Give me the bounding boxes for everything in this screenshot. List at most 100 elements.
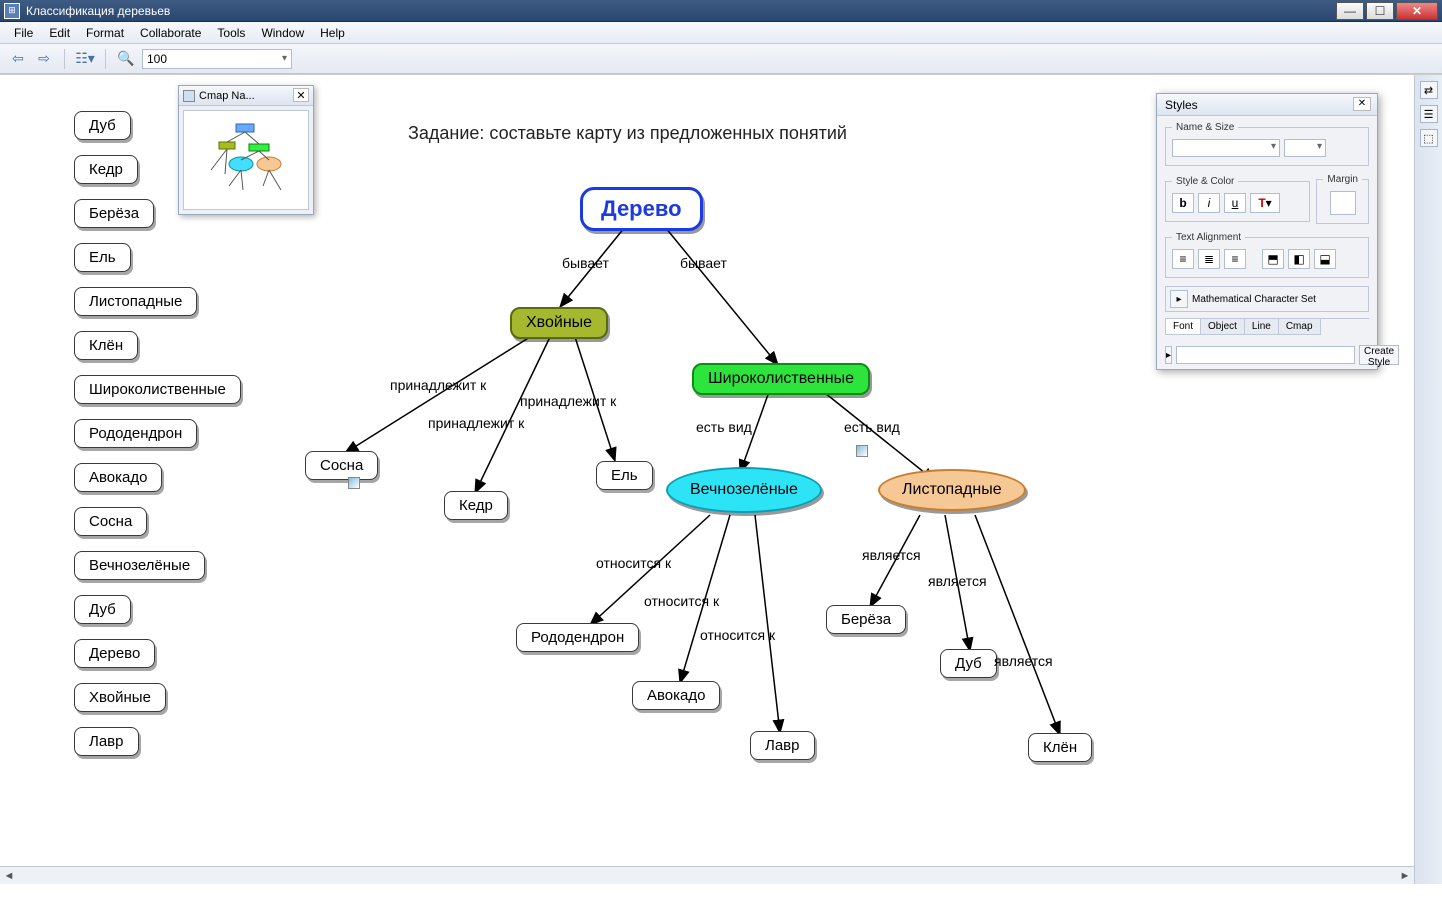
node-shirokolistvennye[interactable]: Широколиственные xyxy=(692,363,870,395)
link-otnositsya[interactable]: относится к xyxy=(700,627,775,643)
horizontal-scrollbar[interactable]: ◄ ► xyxy=(0,866,1414,884)
close-button[interactable]: ✕ xyxy=(1396,2,1438,20)
navigator-thumbnail[interactable] xyxy=(183,110,309,210)
parked-concept[interactable]: Лавр xyxy=(74,727,139,756)
tab-object[interactable]: Object xyxy=(1200,319,1245,335)
layout-button[interactable]: ☷▾ xyxy=(75,49,95,69)
parked-concept[interactable]: Рододендрон xyxy=(74,419,197,448)
link-prinadlezhit[interactable]: принадлежит к xyxy=(428,415,524,431)
valign-middle-button[interactable]: ◧ xyxy=(1288,249,1310,269)
link-estvid[interactable]: есть вид xyxy=(844,419,900,435)
node-klen[interactable]: Клён xyxy=(1028,733,1092,762)
window-buttons: — ☐ ✕ xyxy=(1336,2,1438,20)
parked-concept[interactable]: Сосна xyxy=(74,507,147,536)
minimize-button[interactable]: — xyxy=(1336,2,1364,20)
create-style-button[interactable]: Create Style xyxy=(1359,345,1399,365)
font-size-select[interactable] xyxy=(1284,139,1326,157)
node-vechnozelenye[interactable]: Вечнозелёные xyxy=(666,467,822,513)
link-otnositsya[interactable]: относится к xyxy=(596,555,671,571)
back-button[interactable]: ⇦ xyxy=(8,49,28,69)
parked-concept[interactable]: Дуб xyxy=(74,111,131,140)
parked-concept[interactable]: Хвойные xyxy=(74,683,166,712)
styles-panel[interactable]: Styles ✕ Name & Size Style & Color b xyxy=(1156,93,1378,370)
link-estvid[interactable]: есть вид xyxy=(696,419,752,435)
zoom-select[interactable]: 100 xyxy=(142,49,292,69)
menu-window[interactable]: Window xyxy=(253,24,312,42)
align-right-button[interactable]: ≡ xyxy=(1224,249,1246,269)
parked-concept[interactable]: Клён xyxy=(74,331,138,360)
font-name-select[interactable] xyxy=(1172,139,1280,157)
styles-title-bar[interactable]: Styles ✕ xyxy=(1157,94,1377,116)
style-name-input[interactable] xyxy=(1176,346,1355,364)
node-kedr[interactable]: Кедр xyxy=(444,491,508,520)
scroll-left-button[interactable]: ◄ xyxy=(0,868,18,884)
link-yavlyaetsya[interactable]: является xyxy=(862,547,921,563)
link-yavlyaetsya[interactable]: является xyxy=(994,653,1053,669)
menu-help[interactable]: Help xyxy=(312,24,353,42)
link-prinadlezhit[interactable]: принадлежит к xyxy=(520,393,616,409)
parked-concept[interactable]: Вечнозелёные xyxy=(74,551,205,580)
italic-button[interactable]: i xyxy=(1198,193,1220,213)
resource-icon[interactable] xyxy=(856,445,868,457)
legend-style-color: Style & Color xyxy=(1172,176,1238,187)
align-center-button[interactable]: ≣ xyxy=(1198,249,1220,269)
tab-cmap[interactable]: Cmap xyxy=(1278,319,1321,335)
node-listopadnye[interactable]: Листопадные xyxy=(878,469,1026,511)
text-color-button[interactable]: T▾ xyxy=(1250,193,1280,213)
parked-concept[interactable]: Дуб xyxy=(74,595,131,624)
link-byvaet[interactable]: бывает xyxy=(680,255,727,271)
parked-concept[interactable]: Дерево xyxy=(74,639,155,668)
link-prinadlezhit[interactable]: принадлежит к xyxy=(390,377,486,393)
parked-concept[interactable]: Широколиственные xyxy=(74,375,241,404)
resource-icon[interactable] xyxy=(348,477,360,489)
tab-font[interactable]: Font xyxy=(1165,319,1201,335)
underline-button[interactable]: u xyxy=(1224,193,1246,213)
node-avokado[interactable]: Авокадо xyxy=(632,681,720,710)
link-yavlyaetsya[interactable]: является xyxy=(928,573,987,589)
menu-format[interactable]: Format xyxy=(78,24,132,42)
node-root[interactable]: Дерево xyxy=(580,187,703,231)
link-otnositsya[interactable]: относится к xyxy=(644,593,719,609)
node-hvoinye[interactable]: Хвойные xyxy=(510,307,608,339)
navigator-close-button[interactable]: ✕ xyxy=(293,88,309,102)
menu-tools[interactable]: Tools xyxy=(209,24,253,42)
strip-btn-3[interactable]: ⬚ xyxy=(1420,129,1438,147)
canvas[interactable]: Дуб Кедр Берёза Ель Листопадные Клён Шир… xyxy=(0,75,1414,884)
styles-footer: ▸ Create Style xyxy=(1157,341,1377,369)
expand-icon[interactable]: ▸ xyxy=(1170,290,1188,308)
zoom-icon[interactable]: 🔍 xyxy=(116,49,136,69)
node-dub[interactable]: Дуб xyxy=(940,649,997,678)
node-bereza[interactable]: Берёза xyxy=(826,605,906,634)
strip-btn-1[interactable]: ⇄ xyxy=(1420,81,1438,99)
styles-tabs: Font Object Line Cmap xyxy=(1165,318,1369,335)
parked-concept[interactable]: Листопадные xyxy=(74,287,197,316)
math-charset-row[interactable]: ▸ Mathematical Character Set xyxy=(1165,286,1369,312)
legend-text-align: Text Alignment xyxy=(1172,232,1245,243)
margin-button[interactable] xyxy=(1330,191,1356,215)
node-sosna[interactable]: Сосна xyxy=(305,451,378,480)
expand-footer-button[interactable]: ▸ xyxy=(1165,346,1172,364)
parked-concept[interactable]: Авокадо xyxy=(74,463,162,492)
navigator-panel[interactable]: Cmap Na... ✕ xyxy=(178,85,314,215)
align-left-button[interactable]: ≡ xyxy=(1172,249,1194,269)
parked-concept[interactable]: Кедр xyxy=(74,155,138,184)
menu-file[interactable]: File xyxy=(6,24,41,42)
valign-bottom-button[interactable]: ⬓ xyxy=(1314,249,1336,269)
tab-line[interactable]: Line xyxy=(1244,319,1279,335)
parked-concept[interactable]: Берёза xyxy=(74,199,154,228)
menu-collaborate[interactable]: Collaborate xyxy=(132,24,209,42)
valign-top-button[interactable]: ⬒ xyxy=(1262,249,1284,269)
styles-close-button[interactable]: ✕ xyxy=(1353,97,1371,111)
strip-btn-2[interactable]: ☰ xyxy=(1420,105,1438,123)
node-el[interactable]: Ель xyxy=(596,461,653,490)
navigator-title-bar[interactable]: Cmap Na... ✕ xyxy=(179,86,313,106)
node-rododendron[interactable]: Рододендрон xyxy=(516,623,639,652)
parked-concept[interactable]: Ель xyxy=(74,243,131,272)
bold-button[interactable]: b xyxy=(1172,193,1194,213)
forward-button[interactable]: ⇨ xyxy=(34,49,54,69)
maximize-button[interactable]: ☐ xyxy=(1366,2,1394,20)
link-byvaet[interactable]: бывает xyxy=(562,255,609,271)
menu-edit[interactable]: Edit xyxy=(41,24,78,42)
node-lavr[interactable]: Лавр xyxy=(750,731,815,760)
scroll-right-button[interactable]: ► xyxy=(1396,868,1414,884)
